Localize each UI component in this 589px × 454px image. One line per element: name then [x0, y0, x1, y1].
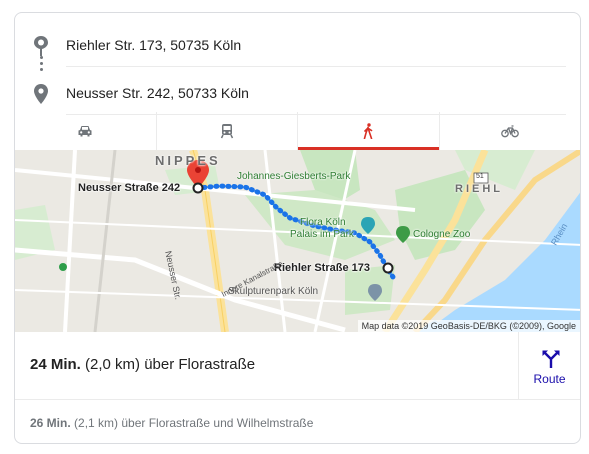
route-button-label: Route	[533, 372, 566, 386]
alt-route-details: (2,1 km) über Florastraße und Wilhelmstr…	[74, 416, 314, 430]
directions-card: Riehler Str. 173, 50735 Köln Neusser Str…	[14, 12, 581, 444]
map-attribution: Map data ©2019 GeoBasis-DE/BKG (©2009), …	[357, 320, 580, 332]
route-map[interactable]: NIPPES RIEHL 51 Johannes-Giesberts-Park …	[15, 150, 580, 332]
end-label: Riehler Straße 173	[274, 262, 370, 274]
poi-label-flora-2[interactable]: Palais im Park	[290, 229, 354, 240]
travel-mode-tabs	[15, 112, 580, 150]
primary-route-row[interactable]: 24 Min. (2,0 km) über Florastraße Route	[15, 332, 580, 400]
bicycle-icon	[500, 125, 519, 138]
train-icon	[220, 124, 233, 139]
origin-address[interactable]: Riehler Str. 173, 50735 Köln	[66, 37, 241, 53]
district-label-riehl: RIEHL	[455, 183, 503, 195]
divider	[66, 66, 566, 67]
poi-label-park[interactable]: Johannes-Giesberts-Park	[237, 171, 350, 182]
route-button[interactable]: Route	[518, 332, 580, 400]
origin-row[interactable]: Riehler Str. 173, 50735 Köln	[15, 27, 580, 67]
primary-route-duration: 24 Min.	[30, 356, 81, 373]
transit-stop-icon	[59, 263, 67, 271]
destination-pin-icon	[34, 84, 48, 104]
district-label-nippes: NIPPES	[155, 153, 221, 168]
route-icon	[542, 350, 560, 368]
poi-label-flora-1[interactable]: Flora Köln	[300, 217, 346, 228]
car-icon	[78, 126, 92, 137]
tab-walking[interactable]	[298, 112, 440, 150]
origin-pin-icon	[34, 36, 48, 56]
road-shield-label: 51	[476, 173, 484, 180]
poi-label-zoo[interactable]: Cologne Zoo	[413, 229, 470, 240]
alt-route-duration: 26 Min.	[30, 416, 71, 430]
start-marker-icon	[192, 182, 204, 194]
tab-transit[interactable]	[157, 112, 298, 150]
destination-row[interactable]: Neusser Str. 242, 50733 Köln	[15, 75, 580, 115]
tab-bicycle[interactable]	[440, 112, 581, 150]
end-marker-icon	[382, 262, 394, 274]
primary-route-summary: 24 Min. (2,0 km) über Florastraße	[30, 356, 255, 373]
start-label: Neusser Straße 242	[78, 182, 181, 194]
walking-icon	[363, 123, 373, 139]
destination-address[interactable]: Neusser Str. 242, 50733 Köln	[66, 85, 249, 101]
primary-route-details: (2,0 km) über Florastraße	[85, 356, 256, 373]
alternative-route-row[interactable]: 26 Min. (2,1 km) über Florastraße und Wi…	[30, 416, 313, 430]
tab-car[interactable]	[15, 112, 157, 150]
